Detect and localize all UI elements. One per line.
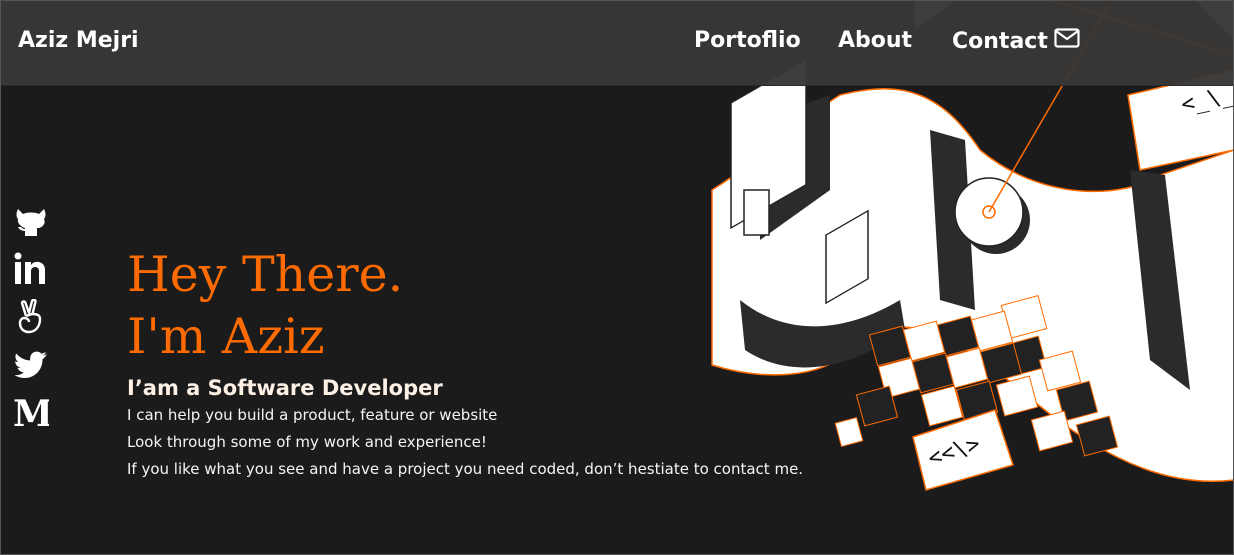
- medium-icon[interactable]: M: [13, 395, 49, 431]
- nav-portfolio-link[interactable]: Portoflio: [694, 28, 801, 53]
- nav-contact-link[interactable]: Contact: [952, 28, 1080, 54]
- hero-desc-line-1: I can help you build a product, feature …: [127, 406, 498, 424]
- social-links: M: [13, 203, 49, 443]
- nav-contact-label: Contact: [952, 28, 1048, 54]
- card-small: [743, 189, 770, 236]
- navbar: Aziz Mejri Portoflio About Contact: [0, 0, 1234, 86]
- hero-greeting-line2: I'm Aziz: [127, 308, 325, 365]
- nav-about-link[interactable]: About: [838, 28, 912, 53]
- hero-subtitle: I’am a Software Developer: [127, 376, 443, 400]
- github-icon[interactable]: [13, 203, 49, 239]
- hero-greeting-line1: Hey There.: [127, 246, 404, 303]
- svg-text:M: M: [13, 395, 49, 431]
- twitter-icon[interactable]: [13, 347, 49, 383]
- envelope-icon: [1054, 28, 1080, 54]
- hero-section: Hey There. I'm Aziz I’am a Software Deve…: [127, 244, 803, 481]
- hero-desc-line-2: Look through some of my work and experie…: [127, 433, 487, 451]
- angellist-icon[interactable]: [13, 299, 49, 335]
- linkedin-icon[interactable]: [13, 251, 49, 287]
- hero-desc-line-3: If you like what you see and have a proj…: [127, 460, 804, 478]
- brand-logo[interactable]: Aziz Mejri: [18, 28, 139, 53]
